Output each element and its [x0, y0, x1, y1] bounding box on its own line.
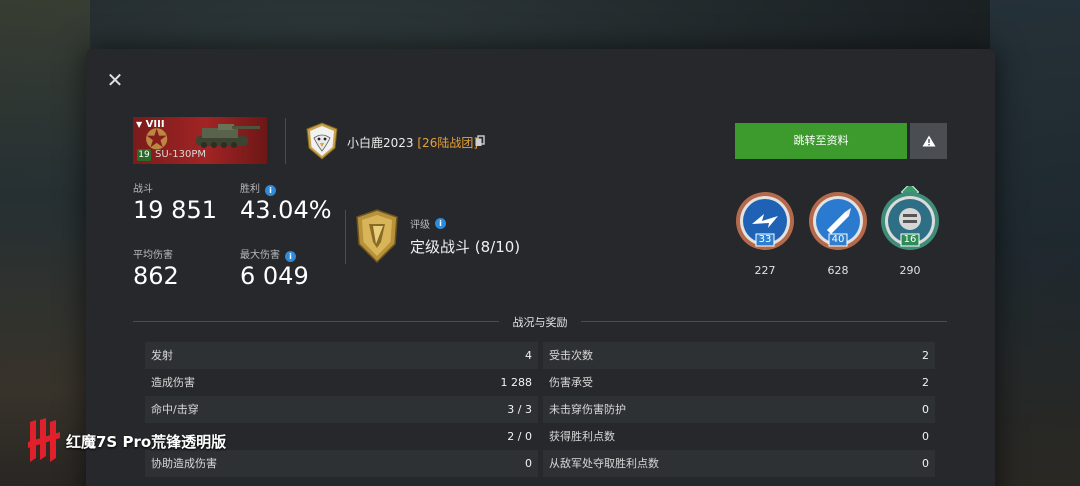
- stat-winrate: 胜利 i 43.04%: [240, 184, 332, 224]
- table-row: 受击次数 2: [543, 342, 935, 369]
- medal-count: 290: [899, 264, 921, 277]
- stat-battles-value: 19 851: [133, 196, 217, 224]
- medal-3[interactable]: 16: [879, 182, 941, 250]
- divider: [133, 321, 499, 322]
- row-value: 2: [922, 349, 929, 362]
- stat-max-damage: 最大伤害 i 6 049: [240, 250, 309, 290]
- report-button[interactable]: [910, 123, 947, 159]
- stat-battles: 战斗 19 851: [133, 184, 217, 224]
- table-row: 命中/击穿 3 / 3: [145, 396, 538, 423]
- stat-max-damage-label: 最大伤害: [240, 250, 280, 261]
- stat-winrate-label: 胜利: [240, 184, 260, 195]
- rating-label: 评级 i: [410, 216, 446, 231]
- medal-count: 227: [754, 264, 776, 277]
- stat-avg-damage-value: 862: [133, 262, 179, 290]
- table-row: 发射 4: [145, 342, 538, 369]
- row-value: 2: [922, 376, 929, 389]
- info-icon[interactable]: i: [285, 250, 296, 262]
- row-value: 1 288: [500, 376, 533, 389]
- tank-tier: ▼ VIII: [136, 119, 165, 130]
- tank-level-badge: 19: [137, 149, 151, 161]
- medal-level: 40: [831, 234, 845, 245]
- row-label: 受击次数: [549, 349, 593, 362]
- tank-name: SU-130PM: [155, 149, 207, 160]
- rating-shield-icon: [356, 209, 398, 264]
- stat-avg-damage: 平均伤害 862: [133, 250, 179, 290]
- row-label: 伤害承受: [549, 376, 593, 389]
- player-name: 小白鹿2023 [26陆战团]: [347, 134, 478, 151]
- row-label: 造成伤害: [151, 376, 195, 389]
- table-row: 从敌军处夺取胜利点数 0: [543, 450, 935, 477]
- row-label: 命中/击穿: [151, 403, 199, 416]
- table-row: 未击穿伤害防护 0: [543, 396, 935, 423]
- medal-level: 33: [758, 234, 772, 245]
- rating-label-text: 评级: [410, 220, 430, 231]
- row-label: 获得胜利点数: [549, 430, 615, 443]
- stat-max-damage-value: 6 049: [240, 262, 309, 290]
- row-label: 发射: [151, 349, 173, 362]
- divider: [581, 321, 947, 322]
- medal-count: 628: [827, 264, 849, 277]
- table-row: 获得胜利点数 0: [543, 423, 935, 450]
- table-row: 伤害承受 2: [543, 369, 935, 396]
- row-value: 0: [922, 457, 929, 470]
- info-icon[interactable]: i: [265, 184, 276, 196]
- player-nickname: 小白鹿2023: [347, 136, 414, 150]
- tank-card[interactable]: ✪ ▼ VIII 19 SU-130PM: [133, 117, 267, 164]
- stat-winrate-value: 43.04%: [240, 196, 332, 224]
- info-icon[interactable]: i: [435, 218, 446, 229]
- background-left: [0, 0, 90, 486]
- row-value: 2 / 0: [507, 430, 532, 443]
- warning-icon: [922, 135, 935, 147]
- divider: [285, 118, 286, 164]
- clan-tag[interactable]: [26陆战团]: [417, 136, 478, 150]
- divider: [345, 210, 346, 264]
- background-right: [990, 0, 1080, 486]
- clan-emblem-icon[interactable]: [305, 122, 339, 160]
- copy-icon[interactable]: [474, 135, 486, 147]
- row-value: 4: [525, 349, 532, 362]
- row-label: 未击穿伤害防护: [549, 403, 626, 416]
- medal-level: 16: [903, 234, 917, 245]
- row-label: 协助造成伤害: [151, 457, 217, 470]
- stat-avg-damage-label: 平均伤害: [133, 250, 173, 261]
- section-title: 战况与奖励: [512, 316, 568, 329]
- rating-value: 定级战斗 (8/10): [410, 238, 521, 256]
- medal-2[interactable]: 40: [807, 190, 869, 252]
- table-row: 造成伤害 1 288: [145, 369, 538, 396]
- stat-battles-label: 战斗: [133, 184, 153, 195]
- table-row: 协助造成伤害 0: [145, 450, 538, 477]
- tank-tier-label: VIII: [145, 119, 165, 130]
- row-label: 从敌军处夺取胜利点数: [549, 457, 659, 470]
- row-value: 3 / 3: [507, 403, 532, 416]
- row-value: 0: [922, 403, 929, 416]
- row-value: 0: [525, 457, 532, 470]
- device-watermark: 红魔7S Pro荒锋透明版: [66, 433, 227, 451]
- go-to-profile-button[interactable]: 跳转至资料: [735, 123, 907, 159]
- medal-1[interactable]: 33: [734, 190, 796, 252]
- close-icon[interactable]: ✕: [104, 69, 126, 91]
- tank-image: [196, 124, 260, 148]
- redmagic-logo-icon: [28, 418, 60, 462]
- row-value: 0: [922, 430, 929, 443]
